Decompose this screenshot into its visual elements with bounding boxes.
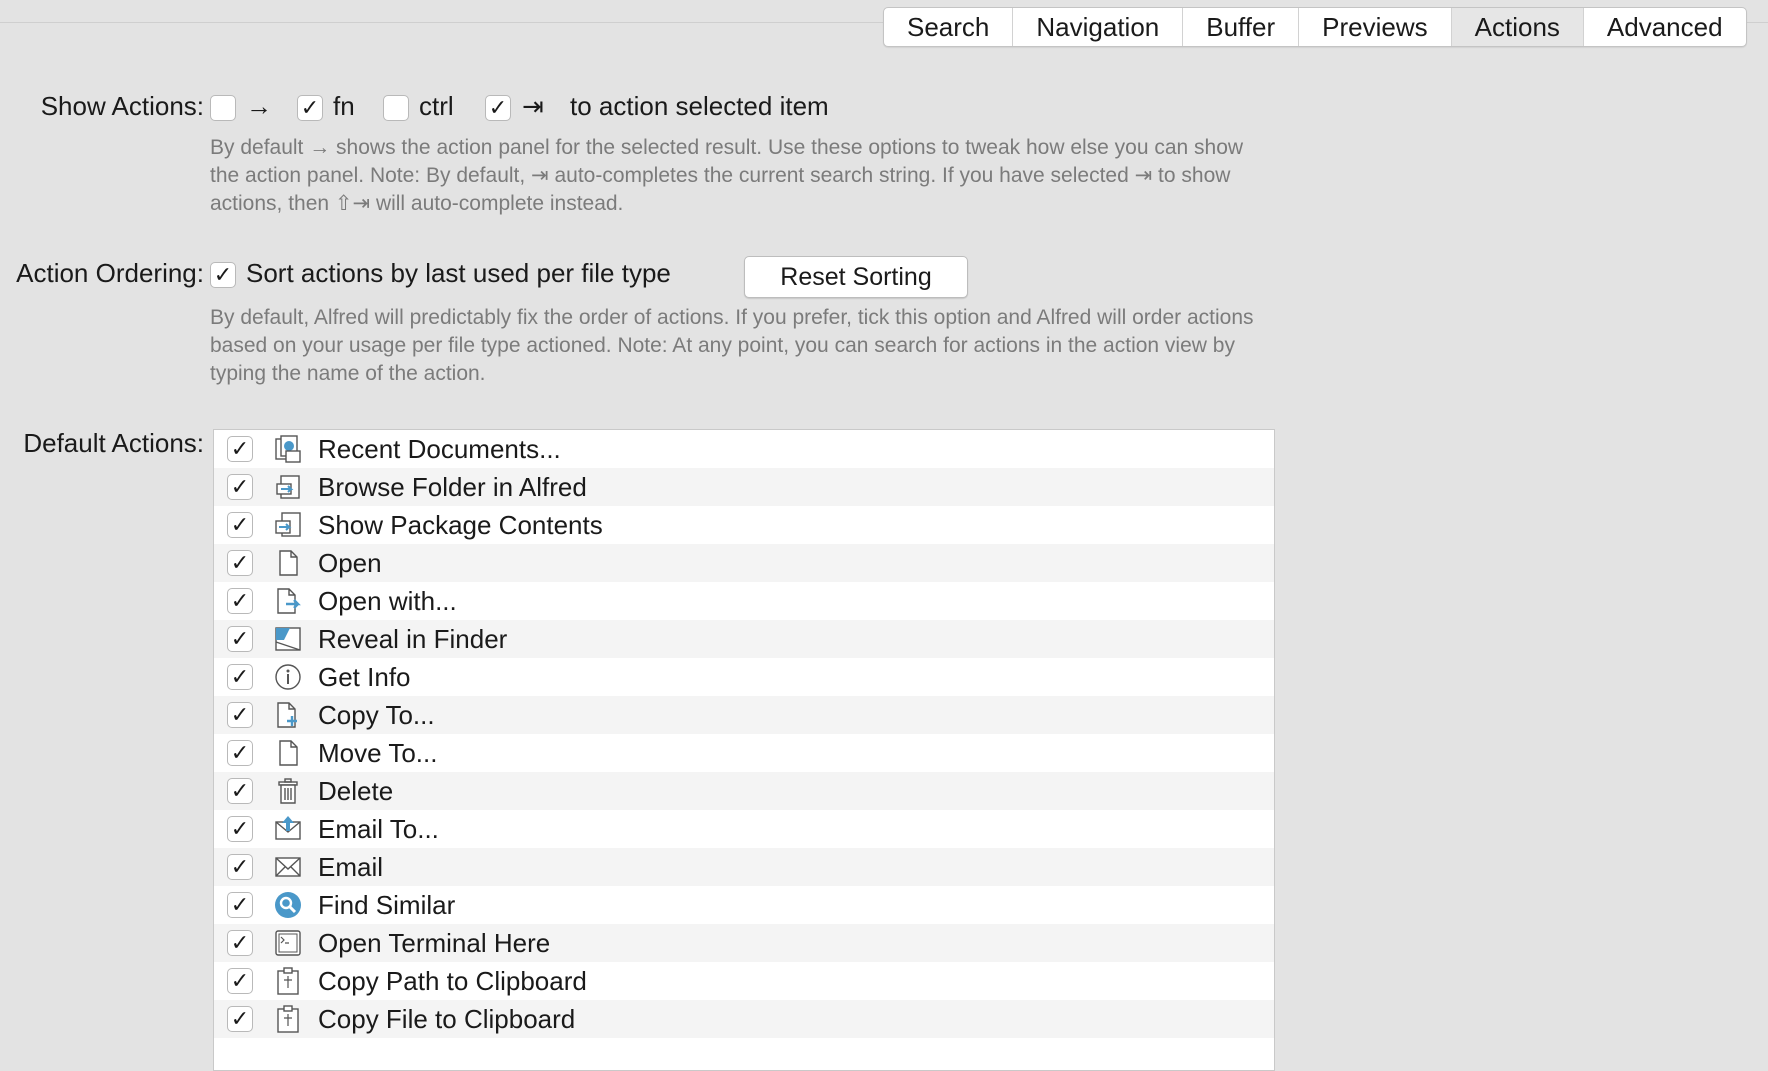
- reset-sorting-button[interactable]: Reset Sorting: [744, 256, 968, 298]
- item-label: Show Package Contents: [318, 510, 603, 540]
- finder-icon: [272, 623, 304, 655]
- item-label: Email: [318, 852, 384, 882]
- item-checkbox[interactable]: ✓: [227, 930, 253, 956]
- list-item[interactable]: ✓ Delete: [214, 772, 1274, 810]
- list-item[interactable]: ✓ Open: [214, 544, 1274, 582]
- item-checkbox[interactable]: ✓: [227, 968, 253, 994]
- sort-actions-checkbox[interactable]: ✓: [210, 262, 236, 288]
- tab-key-label: ⇥: [522, 91, 544, 121]
- list-item[interactable]: ✓ Get Info: [214, 658, 1274, 696]
- list-item[interactable]: ✓ Copy File to Clipboard: [214, 1000, 1274, 1038]
- show-actions-fn-checkbox[interactable]: ✓: [297, 95, 323, 121]
- list-item[interactable]: ✓ Reveal in Finder: [214, 620, 1274, 658]
- show-actions-label: Show Actions:: [40, 91, 204, 121]
- show-actions-suffix: to action selected item: [570, 91, 829, 121]
- list-item[interactable]: ✓ Open Terminal Here: [214, 924, 1274, 962]
- tab-advanced[interactable]: Advanced: [1584, 8, 1746, 46]
- item-label: Open with...: [318, 586, 457, 616]
- trash-icon: [272, 775, 304, 807]
- list-item[interactable]: ✓ Recent Documents...: [214, 430, 1274, 468]
- item-checkbox[interactable]: ✓: [227, 1006, 253, 1032]
- ctrl-key-label: ctrl: [419, 91, 454, 121]
- sort-actions-label: Sort actions by last used per file type: [246, 258, 671, 288]
- show-actions-arrow-checkbox[interactable]: [210, 95, 236, 121]
- tab-previews[interactable]: Previews: [1299, 8, 1452, 46]
- list-item[interactable]: ✓ Open with...: [214, 582, 1274, 620]
- default-actions-list: ✓ Recent Documents... ✓ Browse Folder in…: [213, 429, 1275, 1071]
- item-checkbox[interactable]: ✓: [227, 778, 253, 804]
- item-checkbox[interactable]: ✓: [227, 626, 253, 652]
- item-checkbox[interactable]: ✓: [227, 588, 253, 614]
- item-checkbox[interactable]: ✓: [227, 664, 253, 690]
- item-label: Email To...: [318, 814, 439, 844]
- item-checkbox[interactable]: ✓: [227, 512, 253, 538]
- clipboard-icon: [272, 1003, 304, 1035]
- clipboard-icon: [272, 965, 304, 997]
- item-label: Browse Folder in Alfred: [318, 472, 587, 502]
- item-checkbox[interactable]: ✓: [227, 816, 253, 842]
- recent-documents-icon: [272, 433, 304, 465]
- list-item[interactable]: ✓ Move To...: [214, 734, 1274, 772]
- item-label: Copy To...: [318, 700, 435, 730]
- item-checkbox[interactable]: ✓: [227, 854, 253, 880]
- item-label: Find Similar: [318, 890, 456, 920]
- list-item[interactable]: ✓ Email: [214, 848, 1274, 886]
- item-checkbox[interactable]: ✓: [227, 702, 253, 728]
- list-item[interactable]: ✓ Find Similar: [214, 886, 1274, 924]
- item-checkbox[interactable]: ✓: [227, 550, 253, 576]
- item-label: Open: [318, 548, 382, 578]
- list-item[interactable]: ✓ Copy Path to Clipboard: [214, 962, 1274, 1000]
- tab-actions[interactable]: Actions: [1451, 8, 1584, 46]
- package-contents-icon: [272, 509, 304, 541]
- show-actions-help-text: By default → shows the action panel for …: [210, 136, 1244, 215]
- copy-to-icon: [272, 699, 304, 731]
- show-actions-ctrl-checkbox[interactable]: [383, 95, 409, 121]
- document-icon: [272, 547, 304, 579]
- list-item[interactable]: ✓ Copy To...: [214, 696, 1274, 734]
- default-actions-label: Default Actions:: [23, 428, 204, 458]
- item-label: Get Info: [318, 662, 411, 692]
- tab-buffer[interactable]: Buffer: [1183, 8, 1300, 46]
- list-item[interactable]: ✓ Show Package Contents: [214, 506, 1274, 544]
- tab-search[interactable]: Search: [884, 8, 1014, 46]
- tab-navigation[interactable]: Navigation: [1013, 8, 1184, 46]
- item-label: Copy File to Clipboard: [318, 1004, 576, 1034]
- item-checkbox[interactable]: ✓: [227, 740, 253, 766]
- item-label: Copy Path to Clipboard: [318, 966, 587, 996]
- show-actions-tab-checkbox[interactable]: ✓: [485, 95, 511, 121]
- move-to-icon: [272, 737, 304, 769]
- item-checkbox[interactable]: ✓: [227, 436, 253, 462]
- fn-key-label: fn: [333, 91, 355, 121]
- list-item[interactable]: ✓ Browse Folder in Alfred: [214, 468, 1274, 506]
- preferences-tab-bar: Search Navigation Buffer Previews Action…: [883, 7, 1747, 47]
- browse-folder-icon: [272, 471, 304, 503]
- item-label: Move To...: [318, 738, 438, 768]
- magnifier-icon: [272, 889, 304, 921]
- item-checkbox[interactable]: ✓: [227, 474, 253, 500]
- item-label: Delete: [318, 776, 394, 806]
- terminal-icon: [272, 927, 304, 959]
- list-item[interactable]: ✓ Email To...: [214, 810, 1274, 848]
- item-label: Reveal in Finder: [318, 624, 508, 654]
- item-label: Recent Documents...: [318, 434, 561, 464]
- arrow-right-key-label: →: [246, 91, 272, 121]
- email-to-icon: [272, 813, 304, 845]
- action-ordering-label: Action Ordering:: [16, 258, 204, 288]
- envelope-icon: [272, 851, 304, 883]
- item-checkbox[interactable]: ✓: [227, 892, 253, 918]
- info-icon: [272, 661, 304, 693]
- action-ordering-help-text: By default, Alfred will predictably fix …: [210, 306, 1254, 385]
- item-label: Open Terminal Here: [318, 928, 551, 958]
- open-with-icon: [272, 585, 304, 617]
